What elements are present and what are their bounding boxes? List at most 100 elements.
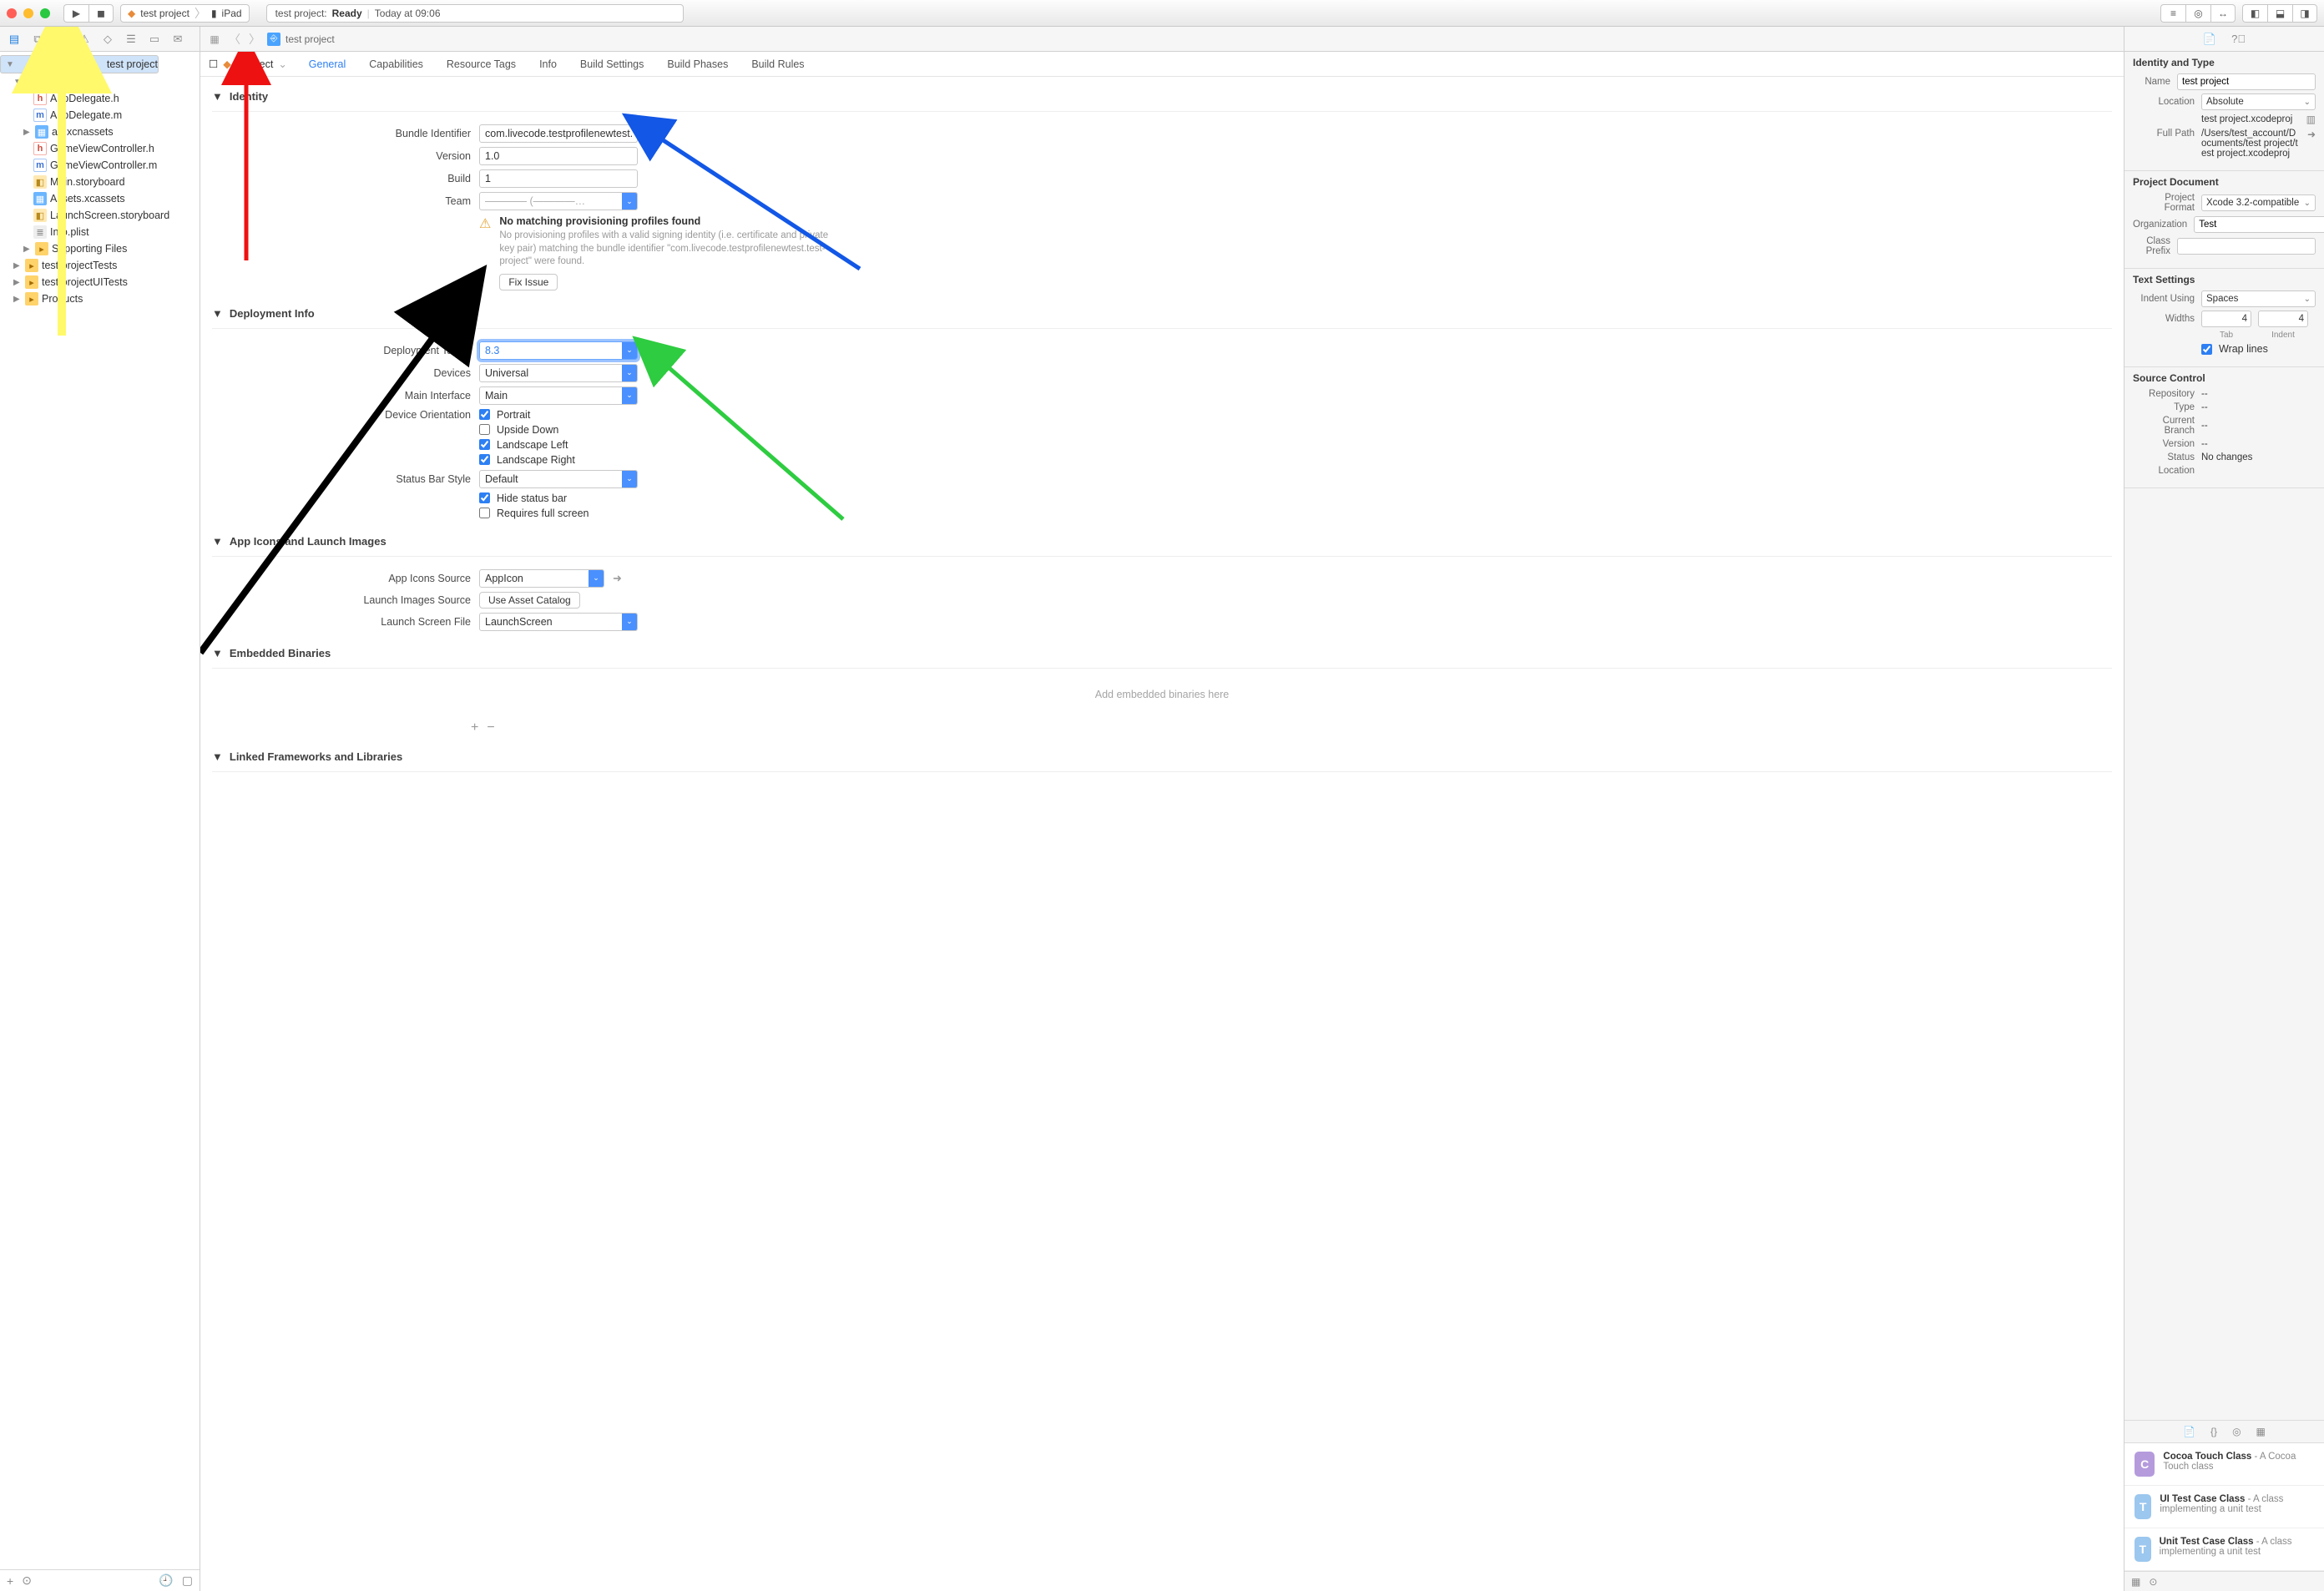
version-editor-button[interactable]: ↔ — [2210, 4, 2236, 23]
add-icon[interactable]: + — [7, 1574, 13, 1588]
use-asset-catalog-button[interactable]: Use Asset Catalog — [479, 592, 580, 609]
remove-embedded-button[interactable]: − — [487, 720, 494, 735]
filter-icon[interactable]: ⊙ — [22, 1573, 32, 1588]
class-prefix-input[interactable] — [2177, 238, 2316, 255]
launch-screen-file-select[interactable]: LaunchScreen⌄ — [479, 613, 638, 631]
tab-build-settings[interactable]: Build Settings — [580, 58, 644, 70]
deployment-section-header[interactable]: ▼Deployment Info — [212, 299, 2112, 329]
deployment-target-select[interactable]: 8.3⌄ — [479, 341, 638, 360]
code-snippet-library-icon[interactable]: {} — [2210, 1426, 2217, 1437]
file-template-library-icon[interactable]: 📄 — [2183, 1426, 2195, 1437]
tree-group[interactable]: ▼▸ test project — [0, 73, 200, 90]
tab-resource-tags[interactable]: Resource Tags — [447, 58, 516, 70]
location-select[interactable]: Absolute⌄ — [2201, 93, 2316, 110]
portrait-checkbox[interactable]: Portrait — [479, 409, 575, 421]
embedded-section-header[interactable]: ▼Embedded Binaries — [212, 639, 2112, 669]
run-button[interactable]: ▶ — [63, 4, 88, 23]
indent-width-stepper[interactable]: 4 — [2258, 311, 2308, 327]
file-inspector-icon[interactable]: 📄 — [2203, 33, 2216, 46]
landscape-right-checkbox[interactable]: Landscape Right — [479, 454, 575, 466]
landscape-left-checkbox[interactable]: Landscape Left — [479, 439, 575, 451]
name-input[interactable] — [2177, 73, 2316, 90]
assistant-editor-button[interactable]: ◎ — [2185, 4, 2210, 23]
tree-file[interactable]: ≣Info.plist — [0, 224, 200, 240]
library-item[interactable]: C Cocoa Touch Class - A Cocoa Touch clas… — [2124, 1443, 2324, 1486]
tree-file[interactable]: ▶▦art.xcnassets — [0, 124, 200, 140]
target-list-button[interactable]: ☐ — [209, 58, 218, 70]
tree-group[interactable]: ▶▸Products — [0, 290, 200, 307]
tab-build-phases[interactable]: Build Phases — [667, 58, 728, 70]
location-path: test project.xcodeproj — [2201, 114, 2292, 124]
grid-view-icon[interactable]: ▦ — [2131, 1576, 2140, 1588]
bundle-id-input[interactable] — [479, 124, 638, 143]
app-icons-reveal-icon[interactable]: ➜ — [613, 572, 622, 585]
test-navigator-icon[interactable]: ◇ — [97, 29, 119, 49]
toggle-inspector-button[interactable]: ◨ — [2292, 4, 2317, 23]
tab-width-stepper[interactable]: 4 — [2201, 311, 2251, 327]
tree-group[interactable]: ▶▸test projectUITests — [0, 274, 200, 290]
linked-section-header[interactable]: ▼Linked Frameworks and Libraries — [212, 742, 2112, 772]
tree-project-root[interactable]: ▼⎆ test project — [0, 55, 159, 73]
indent-using-select[interactable]: Spaces⌄ — [2201, 290, 2316, 307]
toggle-debug-button[interactable]: ⬓ — [2267, 4, 2292, 23]
object-library-icon[interactable]: ◎ — [2232, 1426, 2241, 1437]
version-input[interactable] — [479, 147, 638, 165]
project-navigator-icon[interactable]: ▤ — [3, 29, 25, 49]
upside-down-checkbox[interactable]: Upside Down — [479, 424, 575, 436]
tree-file[interactable]: ◧Main.storyboard — [0, 174, 200, 190]
wrap-lines-checkbox[interactable]: Wrap lines — [2201, 343, 2268, 355]
devices-select[interactable]: Universal⌄ — [479, 364, 638, 382]
build-input[interactable] — [479, 169, 638, 188]
recent-icon[interactable]: 🕘 — [159, 1573, 173, 1588]
zoom-window-button[interactable] — [40, 8, 50, 18]
debug-navigator-icon[interactable]: ☰ — [120, 29, 142, 49]
tree-file[interactable]: mGameViewController.m — [0, 157, 200, 174]
icons-section-header[interactable]: ▼App Icons and Launch Images — [212, 527, 2112, 557]
tab-build-rules[interactable]: Build Rules — [751, 58, 804, 70]
identity-section-header[interactable]: ▼Identity — [212, 82, 2112, 112]
tab-info[interactable]: Info — [539, 58, 557, 70]
folder-picker-icon[interactable]: ▥ — [2306, 114, 2316, 125]
toggle-navigator-button[interactable]: ◧ — [2242, 4, 2267, 23]
hide-status-bar-checkbox[interactable]: Hide status bar — [479, 492, 589, 504]
filter-icon[interactable]: ⊙ — [2149, 1576, 2157, 1588]
back-icon[interactable]: 〈 — [227, 31, 242, 48]
issue-navigator-icon[interactable]: ⚠ — [73, 29, 95, 49]
scheme-selector[interactable]: ◆ test project 〉 ▮ iPad — [120, 4, 250, 23]
quick-help-icon[interactable]: ?⃝ — [2231, 33, 2246, 45]
breakpoint-navigator-icon[interactable]: ▭ — [144, 29, 165, 49]
jump-bar[interactable]: ▦ 〈 〉 ⎆ test project — [200, 27, 2124, 51]
related-items-icon[interactable]: ▦ — [207, 33, 222, 45]
report-navigator-icon[interactable]: ✉ — [167, 29, 189, 49]
tree-file[interactable]: hGameViewController.h — [0, 140, 200, 157]
find-navigator-icon[interactable]: 🔍 — [50, 29, 72, 49]
tree-file[interactable]: ▦Assets.xcassets — [0, 190, 200, 207]
close-window-button[interactable] — [7, 8, 17, 18]
tab-capabilities[interactable]: Capabilities — [369, 58, 423, 70]
tree-file[interactable]: ◧LaunchScreen.storyboard — [0, 207, 200, 224]
minimize-window-button[interactable] — [23, 8, 33, 18]
scm-icon[interactable]: ▢ — [182, 1573, 193, 1588]
requires-full-screen-checkbox[interactable]: Requires full screen — [479, 508, 589, 519]
forward-icon[interactable]: 〉 — [247, 31, 262, 48]
fix-issue-button[interactable]: Fix Issue — [499, 274, 558, 290]
main-interface-select[interactable]: Main⌄ — [479, 386, 638, 405]
stop-button[interactable]: ◼ — [88, 4, 114, 23]
tree-group[interactable]: ▶▸Supporting Files — [0, 240, 200, 257]
library-item[interactable]: T UI Test Case Class - A class implement… — [2124, 1486, 2324, 1528]
standard-editor-button[interactable]: ≡ — [2160, 4, 2185, 23]
reveal-in-finder-icon[interactable]: ➜ — [2307, 129, 2316, 140]
tree-file[interactable]: mAppDelegate.m — [0, 107, 200, 124]
media-library-icon[interactable]: ▦ — [2256, 1426, 2266, 1437]
tab-general[interactable]: General — [309, 58, 346, 70]
team-select[interactable]: ———— (————…⌄ — [479, 192, 638, 210]
library-item[interactable]: T Unit Test Case Class - A class impleme… — [2124, 1528, 2324, 1571]
app-icons-source-select[interactable]: AppIcon⌄ — [479, 569, 604, 588]
symbol-navigator-icon[interactable]: ⧉ — [27, 29, 48, 49]
organization-input[interactable] — [2194, 216, 2324, 233]
tree-file[interactable]: hAppDelegate.h — [0, 90, 200, 107]
status-bar-style-select[interactable]: Default⌄ — [479, 470, 638, 488]
add-embedded-button[interactable]: + — [471, 720, 478, 735]
project-format-select[interactable]: Xcode 3.2-compatible⌄ — [2201, 194, 2316, 211]
tree-group[interactable]: ▶▸test projectTests — [0, 257, 200, 274]
